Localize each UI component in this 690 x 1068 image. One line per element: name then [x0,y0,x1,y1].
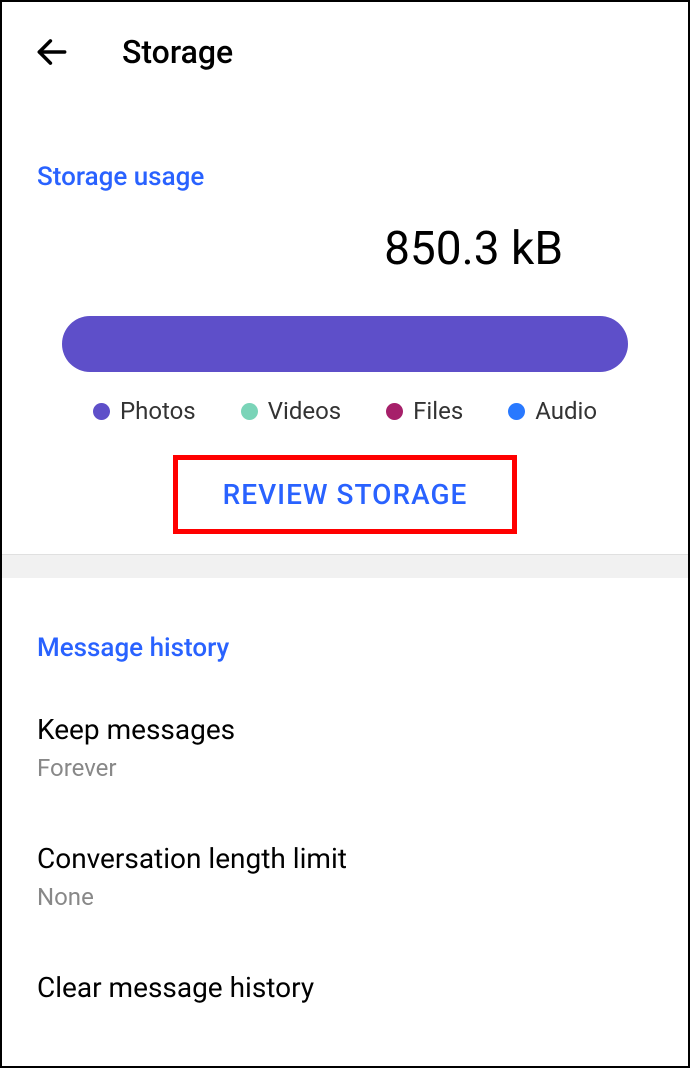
storage-usage-header: Storage usage [37,162,653,192]
legend-label-photos: Photos [120,397,196,425]
legend-dot-files [386,403,403,420]
section-divider [2,554,688,578]
conversation-limit-title: Conversation length limit [37,842,653,875]
storage-total-value: 850.3 kB [37,222,653,276]
legend-label-audio: Audio [535,397,597,425]
back-icon[interactable] [32,32,72,72]
clear-history-item[interactable]: Clear message history [2,971,688,1004]
header: Storage [2,2,688,92]
keep-messages-item[interactable]: Keep messages Forever [2,713,688,782]
legend-dot-audio [508,403,525,420]
review-storage-button[interactable]: REVIEW STORAGE [173,455,518,534]
keep-messages-value: Forever [37,754,653,782]
conversation-limit-value: None [37,883,653,911]
storage-section: Storage usage 850.3 kB Photos Videos Fil… [2,162,688,534]
storage-progress-bar [62,316,628,372]
legend-dot-videos [241,403,258,420]
legend-label-files: Files [413,397,463,425]
conversation-limit-item[interactable]: Conversation length limit None [2,842,688,911]
clear-history-title: Clear message history [37,971,653,1004]
legend-item-videos: Videos [241,397,341,425]
legend-label-videos: Videos [268,397,341,425]
legend-item-audio: Audio [508,397,597,425]
legend-dot-photos [93,403,110,420]
message-history-header: Message history [2,633,688,663]
page-title: Storage [122,33,233,71]
legend-item-photos: Photos [93,397,196,425]
review-button-wrapper: REVIEW STORAGE [37,455,653,534]
keep-messages-title: Keep messages [37,713,653,746]
legend-item-files: Files [386,397,463,425]
storage-legend: Photos Videos Files Audio [37,397,653,425]
